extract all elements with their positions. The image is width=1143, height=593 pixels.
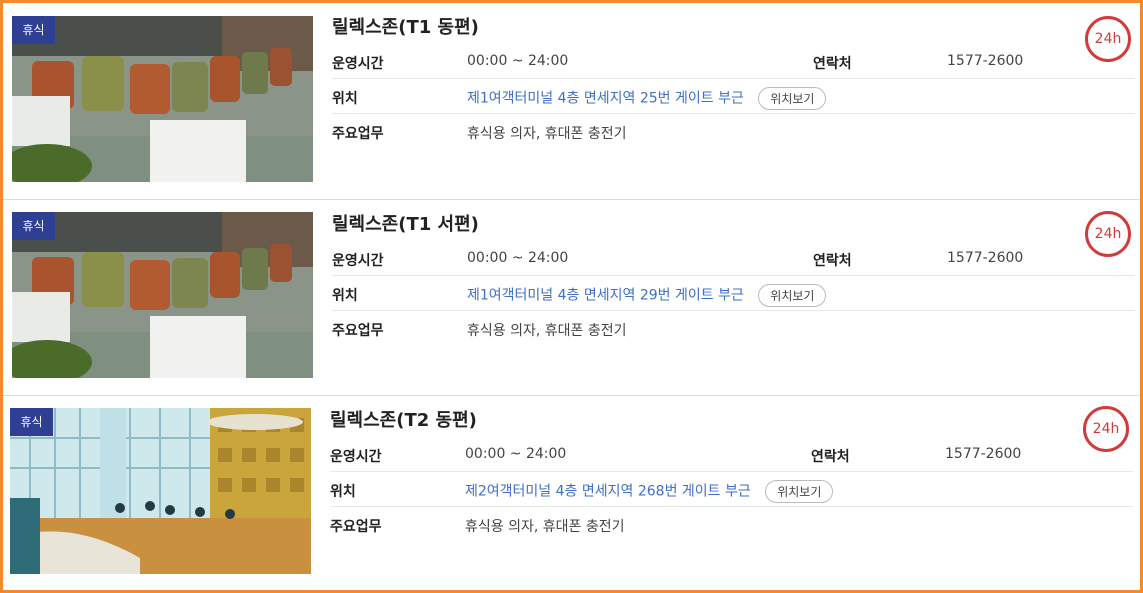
view-location-button[interactable]: 위치보기 <box>765 480 834 503</box>
hours-row: 운영시간 00:00 ~ 24:00 연락처 1577-2600 <box>332 44 1135 79</box>
category-badge: 휴식 <box>10 408 53 436</box>
facility-photo[interactable]: 휴식 <box>12 16 313 182</box>
duties-value: 휴식용 의자, 휴대폰 충전기 <box>467 126 627 142</box>
open-24h-badge: 24h <box>1085 211 1131 257</box>
duties-label: 주요업무 <box>332 126 384 142</box>
duties-value: 휴식용 의자, 휴대폰 충전기 <box>465 519 625 535</box>
location-text[interactable]: 제2여객터미널 4층 면세지역 268번 게이트 부근 <box>465 484 751 500</box>
duties-row: 주요업무 휴식용 의자, 휴대폰 충전기 <box>330 507 1133 541</box>
location-text[interactable]: 제1여객터미널 4층 면세지역 29번 게이트 부근 <box>467 288 744 304</box>
hours-label: 운영시간 <box>332 56 384 72</box>
hours-value: 00:00 ~ 24:00 <box>465 446 567 462</box>
duties-row: 주요업무 휴식용 의자, 휴대폰 충전기 <box>332 114 1135 148</box>
duties-label: 주요업무 <box>330 519 382 535</box>
hours-label: 운영시간 <box>330 449 382 465</box>
facility-photo[interactable]: 휴식 <box>12 212 313 378</box>
hours-value: 00:00 ~ 24:00 <box>467 53 569 69</box>
location-row: 위치 제1여객터미널 4층 면세지역 25번 게이트 부근 위치보기 <box>332 79 1135 114</box>
facility-card: 휴식 릴렉스존(T2 동편) 운영시간 00:00 ~ 24:00 연락처 15… <box>3 396 1140 590</box>
hours-value: 00:00 ~ 24:00 <box>467 250 569 266</box>
open-24h-badge: 24h <box>1083 406 1129 452</box>
contact-label: 연락처 <box>813 56 852 72</box>
duties-label: 주요업무 <box>332 323 384 339</box>
location-value: 제1여객터미널 4층 면세지역 29번 게이트 부근 위치보기 <box>467 284 827 307</box>
facility-title: 릴렉스존(T2 동편) <box>330 410 477 431</box>
location-text[interactable]: 제1여객터미널 4층 면세지역 25번 게이트 부근 <box>467 91 744 107</box>
location-label: 위치 <box>332 91 358 107</box>
hours-row: 운영시간 00:00 ~ 24:00 연락처 1577-2600 <box>332 241 1135 276</box>
location-row: 위치 제1여객터미널 4층 면세지역 29번 게이트 부근 위치보기 <box>332 276 1135 311</box>
duties-row: 주요업무 휴식용 의자, 휴대폰 충전기 <box>332 311 1135 345</box>
view-location-button[interactable]: 위치보기 <box>758 284 827 307</box>
hours-row: 운영시간 00:00 ~ 24:00 연락처 1577-2600 <box>330 437 1133 472</box>
location-value: 제2여객터미널 4층 면세지역 268번 게이트 부근 위치보기 <box>465 480 834 503</box>
facility-title: 릴렉스존(T1 서편) <box>332 214 479 235</box>
contact-value: 1577-2600 <box>947 250 1024 266</box>
view-location-button[interactable]: 위치보기 <box>758 87 827 110</box>
category-badge: 휴식 <box>12 16 55 44</box>
location-value: 제1여객터미널 4층 면세지역 25번 게이트 부근 위치보기 <box>467 87 827 110</box>
facility-photo[interactable]: 휴식 <box>10 408 311 574</box>
open-24h-badge: 24h <box>1085 16 1131 62</box>
contact-value: 1577-2600 <box>945 446 1022 462</box>
contact-label: 연락처 <box>813 253 852 269</box>
contact-value: 1577-2600 <box>947 53 1024 69</box>
facility-title: 릴렉스존(T1 동편) <box>332 17 479 38</box>
facility-card: 휴식 릴렉스존(T1 동편) 운영시간 00:00 ~ 24:00 연락처 15… <box>3 3 1140 200</box>
facility-list: 휴식 릴렉스존(T1 동편) 운영시간 00:00 ~ 24:00 연락처 15… <box>0 0 1143 593</box>
location-label: 위치 <box>330 484 356 500</box>
category-badge: 휴식 <box>12 212 55 240</box>
facility-card: 휴식 릴렉스존(T1 서편) 운영시간 00:00 ~ 24:00 연락처 15… <box>3 200 1140 396</box>
contact-label: 연락처 <box>811 449 850 465</box>
duties-value: 휴식용 의자, 휴대폰 충전기 <box>467 323 627 339</box>
hours-label: 운영시간 <box>332 253 384 269</box>
location-row: 위치 제2여객터미널 4층 면세지역 268번 게이트 부근 위치보기 <box>330 472 1133 507</box>
location-label: 위치 <box>332 288 358 304</box>
